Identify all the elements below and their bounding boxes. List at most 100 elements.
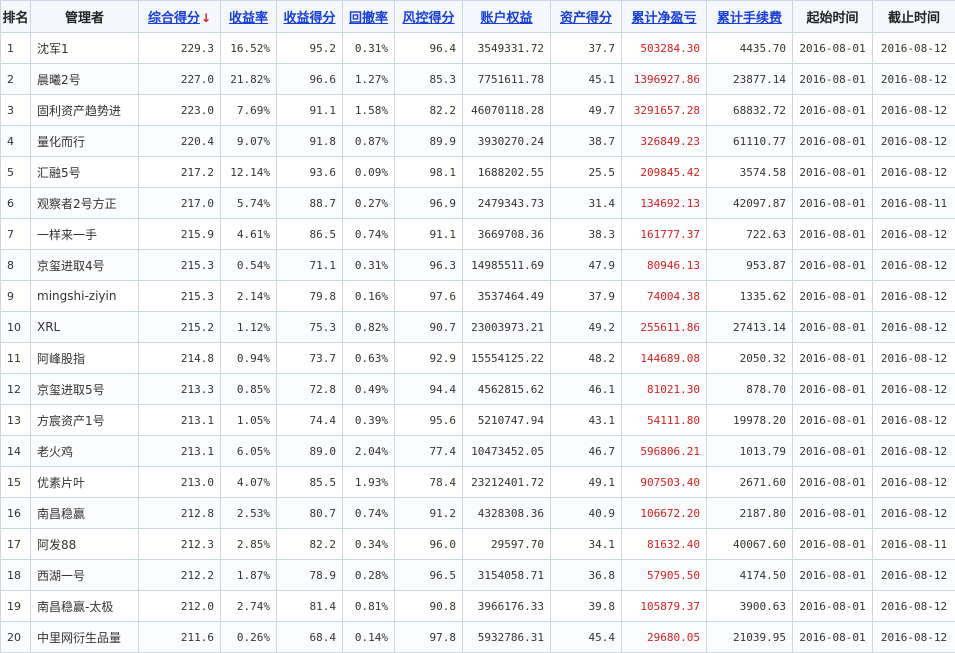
cell-drawdown: 0.82% — [343, 312, 395, 343]
cell-asset_score: 47.9 — [551, 250, 622, 281]
cell-net_pnl: 3291657.28 — [622, 95, 707, 126]
column-header-risk_score[interactable]: 风控得分 — [395, 1, 463, 33]
cell-start: 2016-08-01 — [793, 560, 873, 591]
table-row: 13方宸资产1号213.11.05%74.40.39%95.65210747.9… — [1, 405, 955, 436]
cell-composite: 212.3 — [139, 529, 221, 560]
cell-return_rate: 7.69% — [221, 95, 277, 126]
column-header-label: 回撤率 — [349, 11, 388, 26]
cell-return_score: 74.4 — [277, 405, 343, 436]
table-row: 16南昌稳赢212.82.53%80.70.74%91.24328308.364… — [1, 498, 955, 529]
cell-fees: 40067.60 — [707, 529, 793, 560]
cell-fees: 3900.63 — [707, 591, 793, 622]
cell-return_rate: 4.07% — [221, 467, 277, 498]
cell-risk_score: 77.4 — [395, 436, 463, 467]
cell-risk_score: 78.4 — [395, 467, 463, 498]
cell-fees: 4174.50 — [707, 560, 793, 591]
cell-asset_score: 45.1 — [551, 64, 622, 95]
cell-rank: 11 — [1, 343, 31, 374]
cell-equity: 7751611.78 — [463, 64, 551, 95]
cell-manager: 老火鸡 — [31, 436, 139, 467]
table-row: 17阿发88212.32.85%82.20.34%96.029597.7034.… — [1, 529, 955, 560]
cell-net_pnl: 596806.21 — [622, 436, 707, 467]
cell-equity: 46070118.28 — [463, 95, 551, 126]
cell-end: 2016-08-12 — [873, 591, 955, 622]
cell-return_rate: 5.74% — [221, 188, 277, 219]
cell-rank: 19 — [1, 591, 31, 622]
cell-equity: 5932786.31 — [463, 622, 551, 653]
column-header-net_pnl[interactable]: 累计净盈亏 — [622, 1, 707, 33]
cell-rank: 14 — [1, 436, 31, 467]
cell-net_pnl: 81021.30 — [622, 374, 707, 405]
cell-end: 2016-08-12 — [873, 405, 955, 436]
cell-manager: 沈军1 — [31, 33, 139, 64]
cell-net_pnl: 105879.37 — [622, 591, 707, 622]
cell-drawdown: 0.39% — [343, 405, 395, 436]
column-header-drawdown[interactable]: 回撤率 — [343, 1, 395, 33]
cell-end: 2016-08-12 — [873, 312, 955, 343]
cell-return_score: 93.6 — [277, 157, 343, 188]
cell-end: 2016-08-12 — [873, 374, 955, 405]
column-header-label: 风控得分 — [402, 11, 454, 26]
cell-equity: 3537464.49 — [463, 281, 551, 312]
column-header-composite[interactable]: 综合得分↓ — [139, 1, 221, 33]
cell-return_score: 89.0 — [277, 436, 343, 467]
cell-net_pnl: 57905.50 — [622, 560, 707, 591]
cell-asset_score: 38.3 — [551, 219, 622, 250]
column-header-return_rate[interactable]: 收益率 — [221, 1, 277, 33]
cell-risk_score: 96.0 — [395, 529, 463, 560]
column-header-equity[interactable]: 账户权益 — [463, 1, 551, 33]
cell-composite: 212.2 — [139, 560, 221, 591]
table-row: 9mingshi-ziyin215.32.14%79.80.16%97.6353… — [1, 281, 955, 312]
table-row: 7一样来一手215.94.61%86.50.74%91.13669708.363… — [1, 219, 955, 250]
cell-risk_score: 95.6 — [395, 405, 463, 436]
column-header-fees[interactable]: 累计手续费 — [707, 1, 793, 33]
cell-fees: 3574.58 — [707, 157, 793, 188]
cell-start: 2016-08-01 — [793, 126, 873, 157]
column-header-asset_score[interactable]: 资产得分 — [551, 1, 622, 33]
cell-end: 2016-08-12 — [873, 95, 955, 126]
column-header-return_score[interactable]: 收益得分 — [277, 1, 343, 33]
cell-asset_score: 49.1 — [551, 467, 622, 498]
cell-return_score: 86.5 — [277, 219, 343, 250]
cell-start: 2016-08-01 — [793, 64, 873, 95]
cell-net_pnl: 29680.05 — [622, 622, 707, 653]
column-header-label: 收益率 — [229, 11, 268, 26]
cell-rank: 1 — [1, 33, 31, 64]
cell-end: 2016-08-11 — [873, 529, 955, 560]
cell-manager: 南昌稳赢 — [31, 498, 139, 529]
cell-start: 2016-08-01 — [793, 219, 873, 250]
cell-risk_score: 91.1 — [395, 219, 463, 250]
cell-manager: 方宸资产1号 — [31, 405, 139, 436]
cell-equity: 4328308.36 — [463, 498, 551, 529]
cell-return_rate: 9.07% — [221, 126, 277, 157]
cell-manager: 西湖一号 — [31, 560, 139, 591]
cell-net_pnl: 907503.40 — [622, 467, 707, 498]
cell-risk_score: 82.2 — [395, 95, 463, 126]
cell-return_rate: 6.05% — [221, 436, 277, 467]
cell-fees: 23877.14 — [707, 64, 793, 95]
cell-asset_score: 48.2 — [551, 343, 622, 374]
cell-rank: 5 — [1, 157, 31, 188]
cell-start: 2016-08-01 — [793, 591, 873, 622]
cell-rank: 3 — [1, 95, 31, 126]
cell-manager: 阿发88 — [31, 529, 139, 560]
cell-composite: 215.9 — [139, 219, 221, 250]
column-header-start: 起始时间 — [793, 1, 873, 33]
cell-start: 2016-08-01 — [793, 374, 873, 405]
cell-fees: 27413.14 — [707, 312, 793, 343]
cell-start: 2016-08-01 — [793, 95, 873, 126]
cell-net_pnl: 134692.13 — [622, 188, 707, 219]
table-row: 19南昌稳赢-太极212.02.74%81.40.81%90.83966176.… — [1, 591, 955, 622]
cell-return_score: 95.2 — [277, 33, 343, 64]
cell-start: 2016-08-01 — [793, 436, 873, 467]
cell-net_pnl: 54111.80 — [622, 405, 707, 436]
cell-fees: 42097.87 — [707, 188, 793, 219]
column-header-label: 累计净盈亏 — [631, 11, 696, 26]
cell-drawdown: 0.28% — [343, 560, 395, 591]
column-header-rank: 排名 — [1, 1, 31, 33]
cell-risk_score: 98.1 — [395, 157, 463, 188]
cell-composite: 212.8 — [139, 498, 221, 529]
column-header-label: 累计手续费 — [717, 11, 782, 26]
cell-asset_score: 37.9 — [551, 281, 622, 312]
cell-manager: 固利资产趋势进 — [31, 95, 139, 126]
